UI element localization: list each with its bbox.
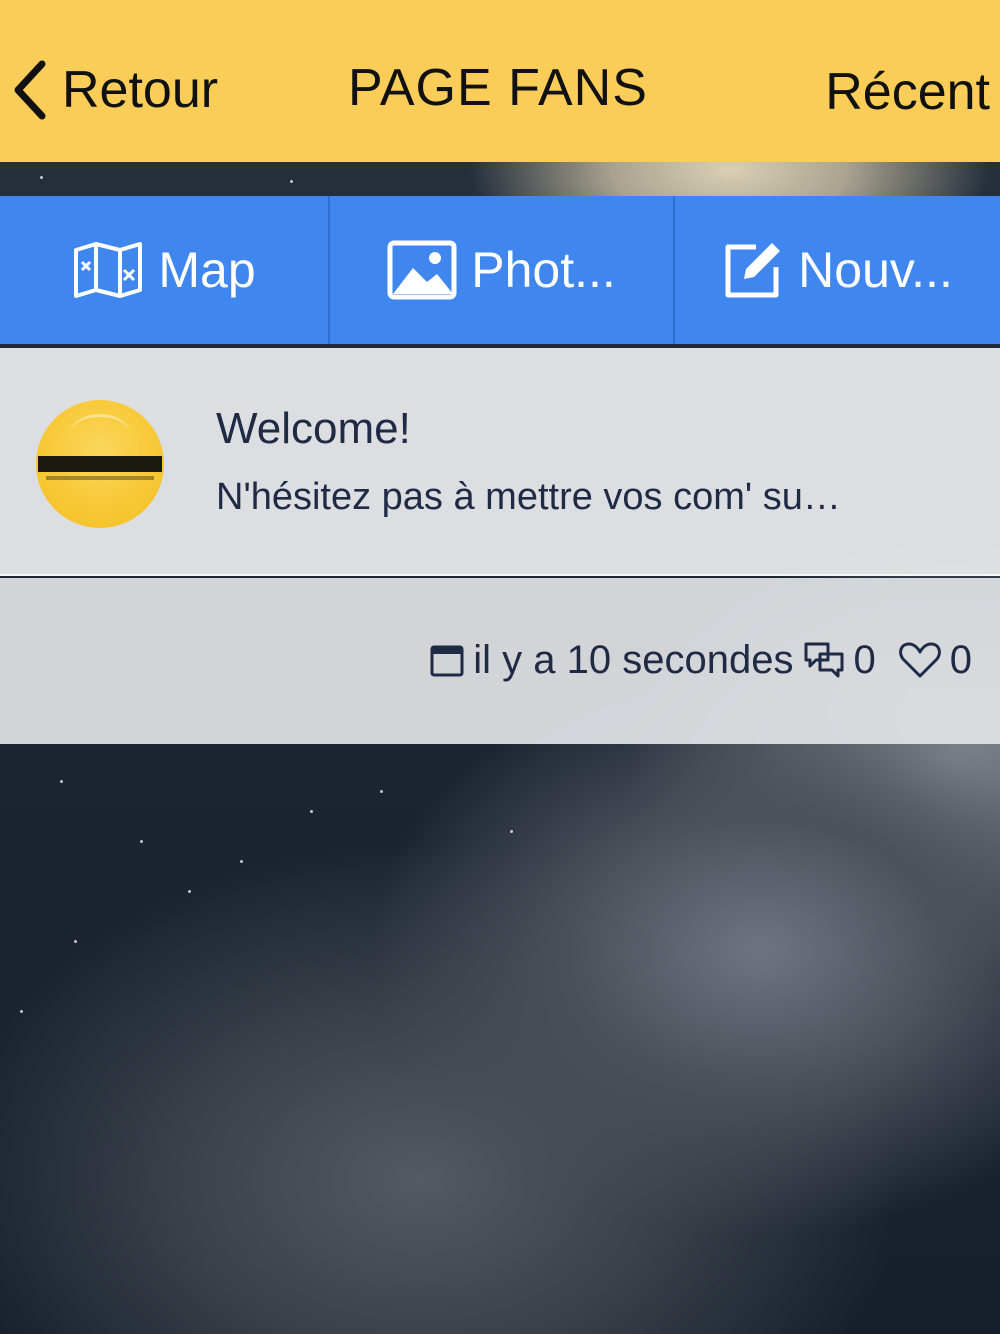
map-label: Map (158, 242, 256, 298)
photos-button[interactable]: Phot... (330, 196, 675, 344)
post-title: Welcome! (216, 404, 411, 453)
post-meta-bar: il y a 10 secondes 0 0 (0, 578, 1000, 744)
post-meta: il y a 10 secondes 0 0 (429, 634, 972, 686)
top-navigation-bar: Retour PAGE FANS Récent (0, 0, 1000, 162)
chevron-left-icon (14, 60, 46, 120)
heart-icon[interactable] (898, 640, 942, 680)
map-button[interactable]: Map (0, 196, 330, 344)
new-post-button[interactable]: Nouv... (675, 196, 1000, 344)
comments-count: 0 (853, 637, 876, 682)
logo-wings (70, 414, 130, 454)
recent-button[interactable]: Récent (825, 62, 990, 122)
comments-icon[interactable] (802, 640, 846, 680)
back-button[interactable]: Retour (10, 54, 218, 126)
action-toolbar: Map Phot... Nouv... (0, 196, 1000, 344)
logo-band (38, 456, 162, 472)
calendar-icon (430, 645, 464, 677)
photos-label: Phot... (471, 242, 616, 298)
new-post-label: Nouv... (798, 242, 953, 298)
avatar[interactable] (36, 400, 164, 528)
photo-icon (387, 240, 457, 300)
map-icon (74, 242, 143, 298)
back-label: Retour (62, 61, 219, 119)
page-title: PAGE FANS (348, 59, 648, 117)
logo-subline (46, 476, 154, 480)
edit-icon (725, 243, 781, 298)
post-card[interactable]: Welcome! N'hésitez pas à mettre vos com'… (0, 348, 1000, 576)
post-excerpt: N'hésitez pas à mettre vos com' su… (216, 476, 841, 518)
likes-count: 0 (949, 637, 972, 682)
timestamp: il y a 10 secondes (473, 637, 794, 682)
